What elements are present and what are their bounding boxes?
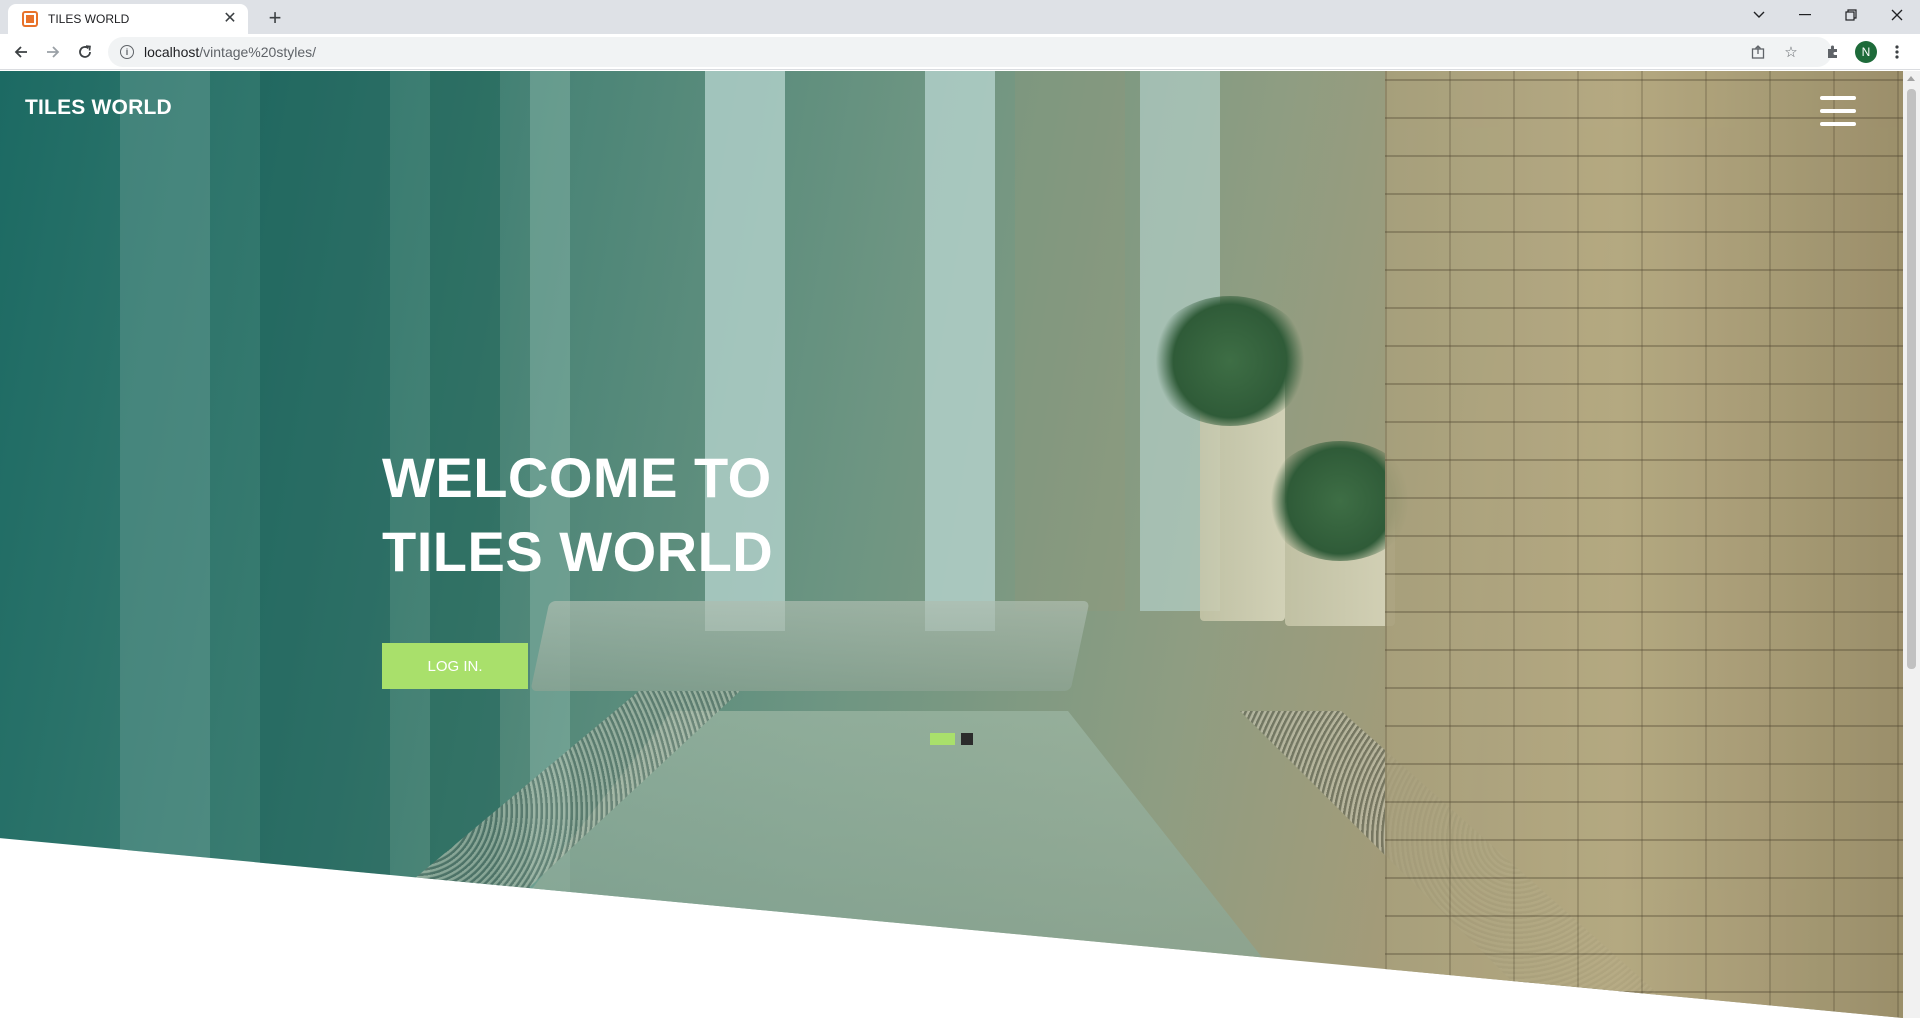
address-bar[interactable]: i localhost/vintage%20styles/ ☆ — [108, 37, 1832, 67]
close-icon[interactable]: ✕ — [222, 11, 238, 27]
restore-icon[interactable] — [1828, 0, 1874, 30]
back-icon[interactable] — [8, 39, 34, 65]
url-path: /vintage%20styles/ — [199, 44, 316, 60]
slider-dot-active[interactable] — [930, 733, 955, 745]
page-scrollbar[interactable] — [1903, 71, 1920, 1018]
tab-title: TILES WORLD — [48, 12, 130, 26]
lounger-shape — [530, 601, 1090, 691]
window-close-icon[interactable] — [1874, 0, 1920, 30]
info-icon[interactable]: i — [120, 45, 134, 59]
site-logo[interactable]: TILES WORLD — [25, 96, 172, 120]
scroll-thumb[interactable] — [1907, 89, 1916, 669]
profile-avatar[interactable]: N — [1853, 39, 1879, 65]
url-host: localhost — [144, 44, 200, 60]
background-pillar — [120, 71, 210, 1018]
browser-tab[interactable]: TILES WORLD ✕ — [8, 4, 248, 34]
plant — [1150, 296, 1310, 426]
more-icon[interactable] — [1884, 39, 1910, 65]
page-viewport: TILES WORLD WELCOME TO TILES WORLD LOG I… — [0, 71, 1903, 1018]
hero-title: WELCOME TO TILES WORLD — [382, 441, 1082, 589]
favicon-icon — [22, 11, 38, 27]
hamburger-icon[interactable] — [1820, 96, 1856, 126]
star-icon[interactable]: ☆ — [1783, 44, 1799, 61]
plus-icon[interactable]: + — [262, 6, 288, 32]
slider-dot[interactable] — [961, 733, 973, 745]
avatar: N — [1855, 41, 1877, 63]
login-button[interactable]: LOG IN. — [382, 643, 528, 689]
browser-toolbar: i localhost/vintage%20styles/ ☆ N — [0, 34, 1920, 70]
share-icon[interactable] — [1750, 44, 1766, 60]
extensions-icon[interactable] — [1820, 39, 1846, 65]
forward-icon[interactable] — [40, 39, 66, 65]
brick-wall — [1385, 71, 1903, 1018]
chevron-down-icon[interactable] — [1736, 0, 1782, 30]
background-pillar — [260, 71, 390, 1018]
hero-title-line2: TILES WORLD — [382, 520, 774, 583]
minimize-icon[interactable] — [1782, 0, 1828, 30]
scroll-up-arrow[interactable] — [1907, 76, 1915, 81]
hero-section: TILES WORLD WELCOME TO TILES WORLD LOG I… — [0, 71, 1903, 1018]
tab-strip: TILES WORLD ✕ + — [0, 0, 1920, 34]
slider-pagination — [930, 733, 973, 745]
reload-icon[interactable] — [72, 39, 98, 65]
hero-title-line1: WELCOME TO — [382, 446, 772, 509]
